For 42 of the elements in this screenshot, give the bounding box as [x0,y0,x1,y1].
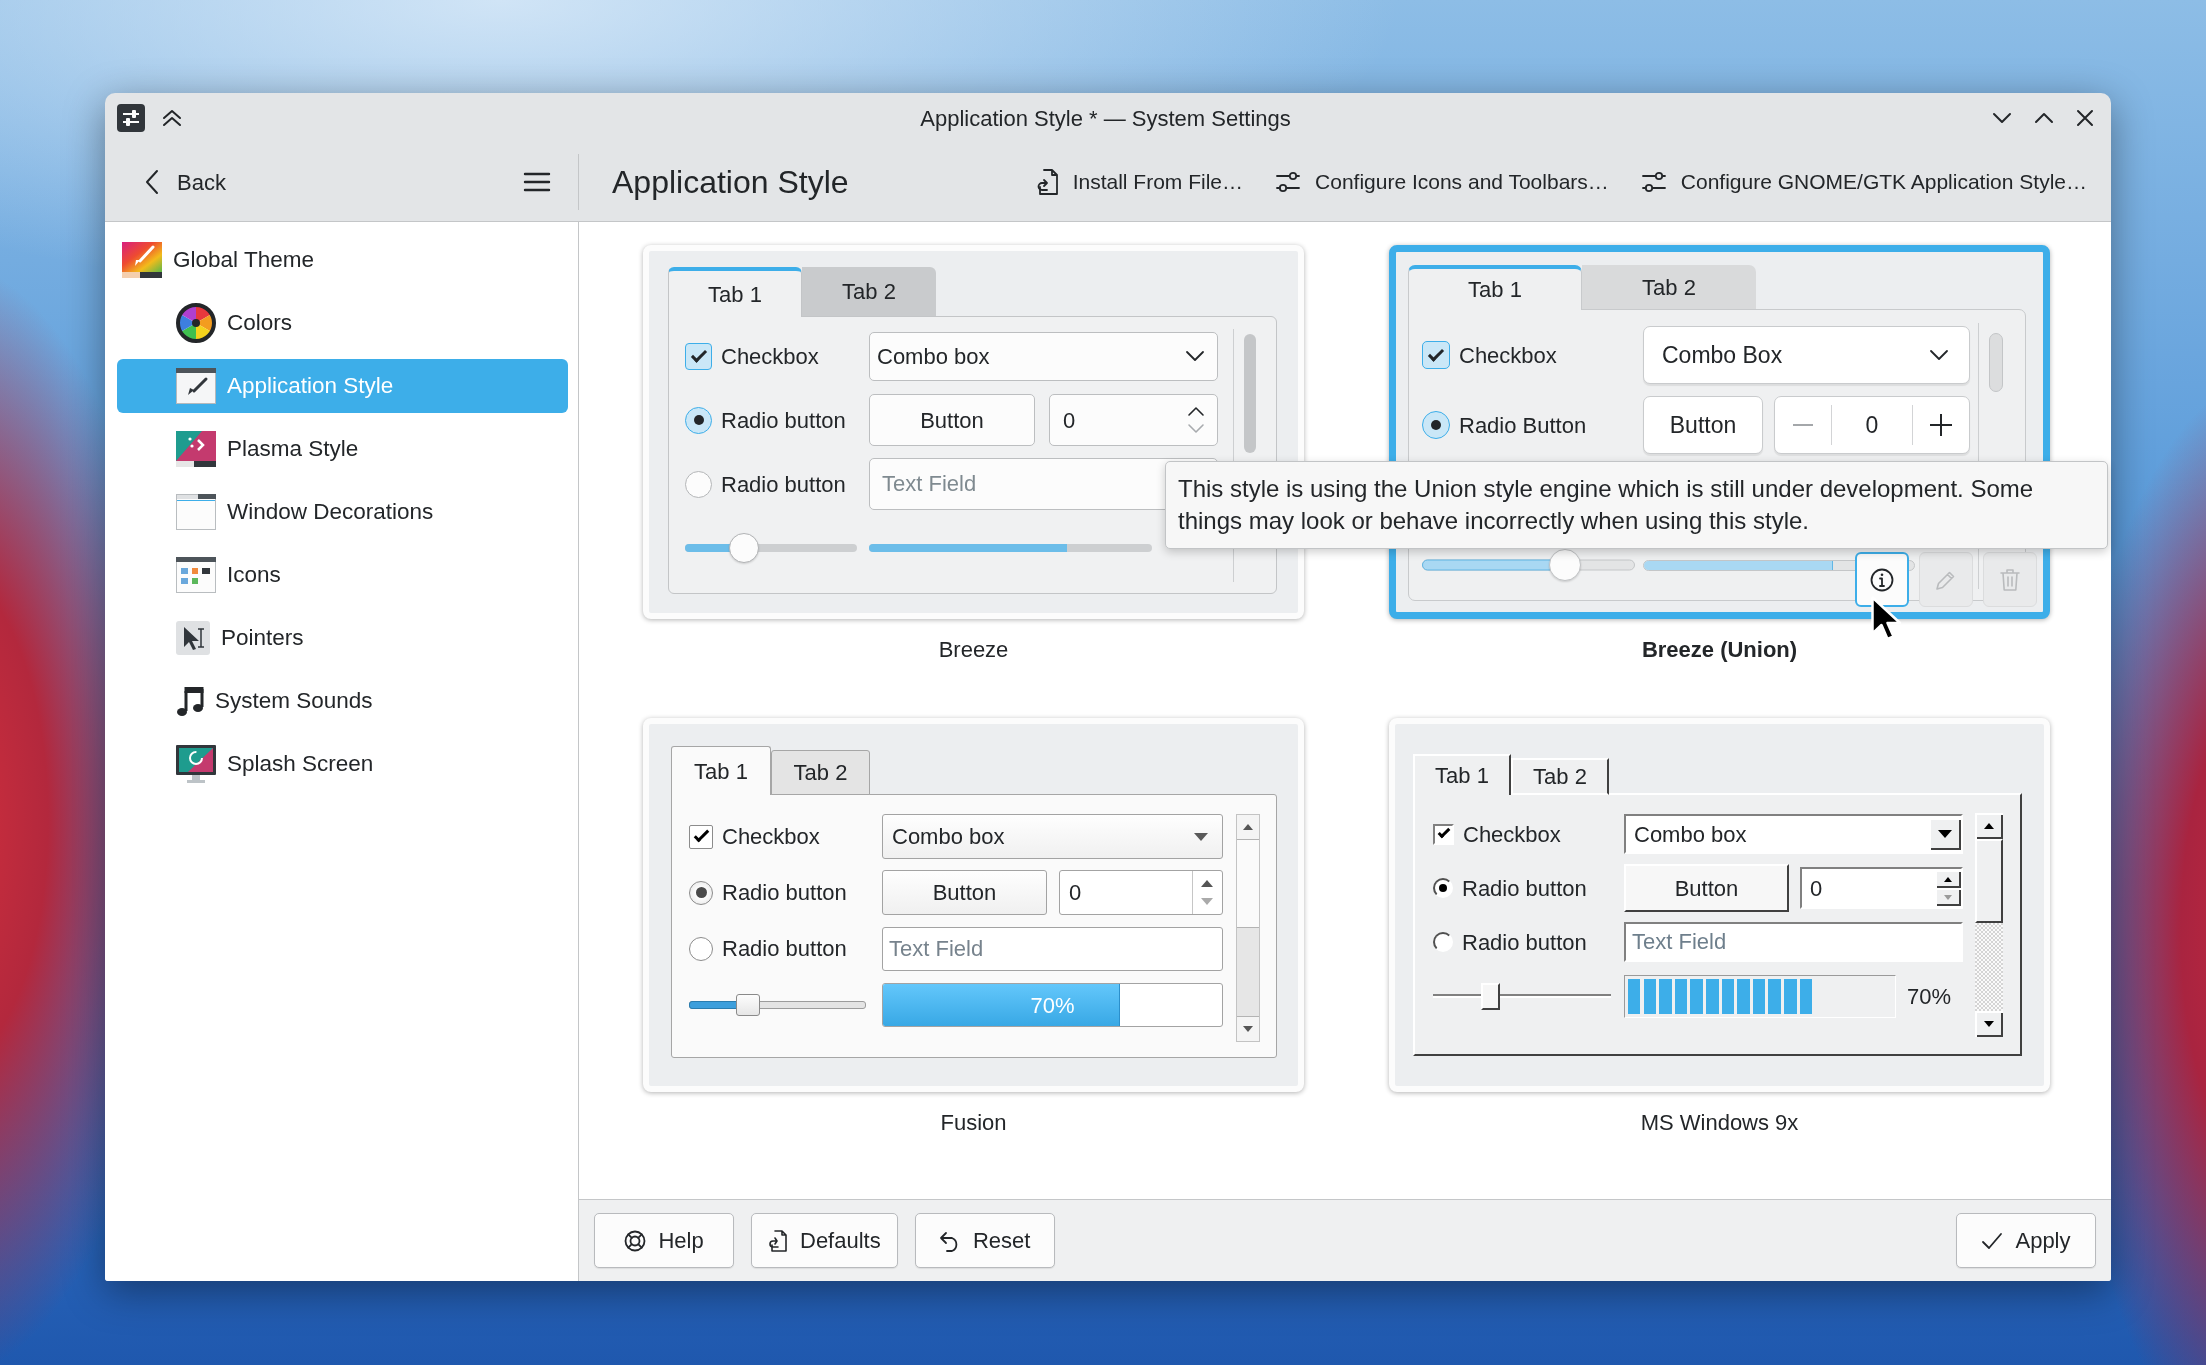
radio-button-label: Radio button [1462,874,1587,903]
combo-box: Combo box [882,814,1223,859]
tab: Tab 2 [1511,758,1609,795]
tooltip: This style is using the Union style engine which is still under development. Some things may look or behave incorrectly when using this style. [1165,461,2108,549]
progress-text: 70% [1030,991,1075,1019]
radio-button-label: Radio Button [1459,411,1587,440]
tab: Tab 2 [802,267,936,317]
tab: Tab 2 [771,750,870,795]
tab: Tab 1 [671,746,771,795]
text-field: Text Field [1624,922,1963,962]
combo-box: Combo box [869,331,1218,381]
progress-text: 70% [1907,983,1952,1009]
radio-button-label: Radio button [722,879,847,907]
spin-box: 0 [1800,867,1963,909]
checkbox-label: Checkbox [1463,820,1561,849]
tab: Tab 1 [1413,754,1511,795]
style-name: Breeze (Union) [1640,636,1799,664]
checkbox-label: Checkbox [722,823,820,851]
page-title: Application Style [612,163,849,202]
radio-button-label: Radio button [722,935,847,963]
style-name: Breeze [937,636,1010,664]
push-button: Button [1643,396,1763,454]
spin-box: 0 [1049,394,1218,446]
tab: Tab 1 [1408,265,1582,310]
radio-button-label: Radio button [721,470,846,499]
style-name: Fusion [939,1109,1008,1137]
radio-button-label: Radio button [721,406,846,435]
spin-box: 0 [1059,870,1223,915]
combo-box: Combo box [1624,814,1963,854]
window-title: Application Style * — System Settings [920,104,1291,133]
push-button: Button [1624,864,1789,912]
tab: Tab 1 [668,267,802,317]
checkbox-label: Checkbox [721,342,819,371]
push-button: Button [869,394,1035,446]
radio-button-label: Radio button [1462,928,1587,957]
tab: Tab 2 [1582,265,1756,310]
push-button: Button [882,870,1047,915]
style-name: MS Windows 9x [1639,1109,1800,1137]
combo-box: Combo Box [1643,326,1970,384]
text-field: Text Field [882,926,1223,971]
checkbox-label: Checkbox [1459,341,1557,370]
spin-box: 0 [1774,396,1970,454]
